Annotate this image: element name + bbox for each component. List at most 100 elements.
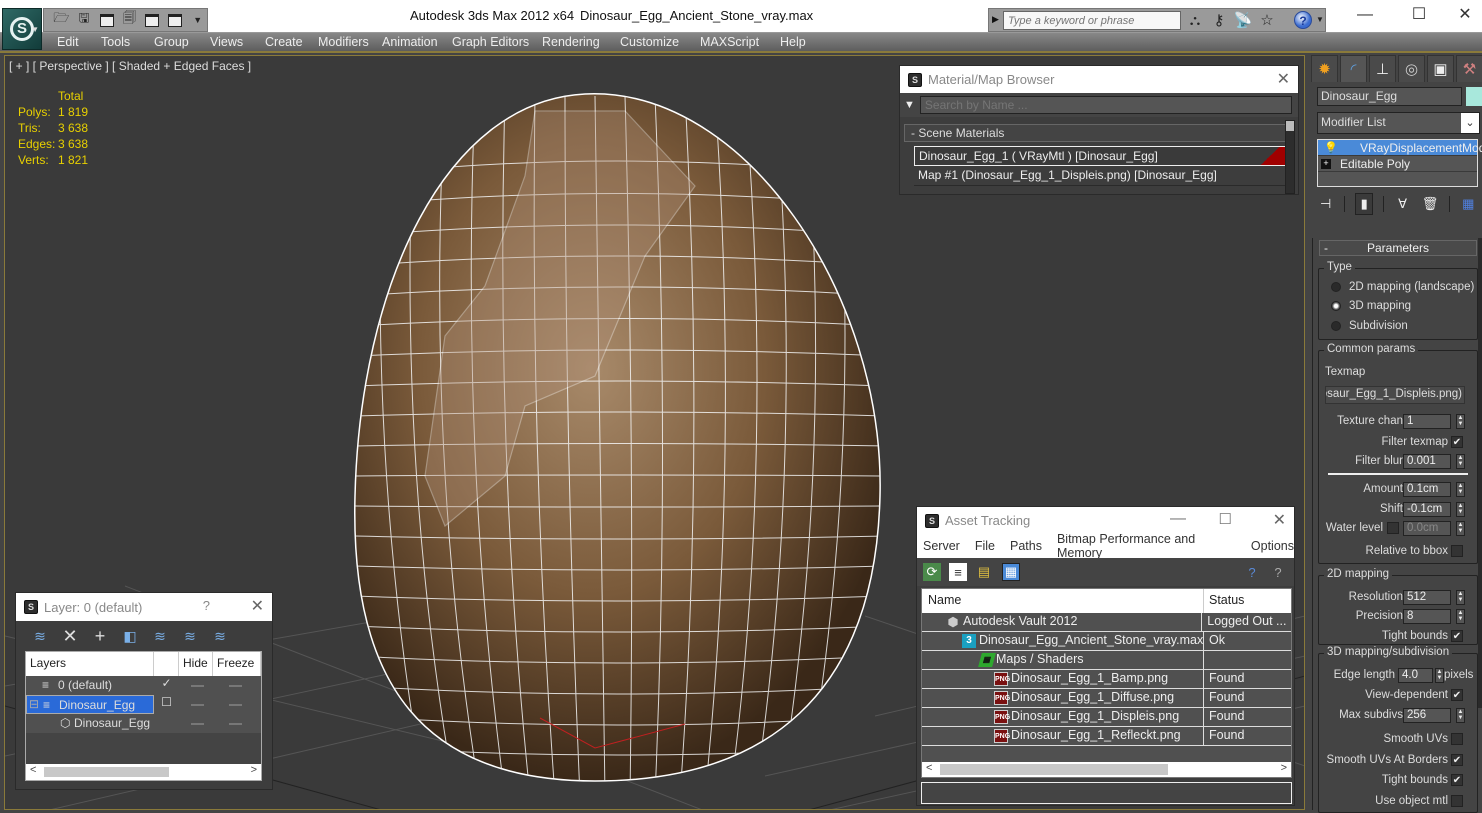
menu-graph-editors[interactable]: Graph Editors (452, 35, 529, 49)
spinner-arrows[interactable]: ▲ ▼ (1435, 668, 1444, 683)
table-row[interactable]: ⬢ Autodesk Vault 2012 Logged Out ... (922, 613, 1291, 632)
create-layer-icon[interactable]: ≋ (30, 626, 50, 646)
tight-bounds-3d-checkbox[interactable]: ✔ (1451, 774, 1463, 786)
freeze-toggle[interactable] (217, 676, 255, 695)
help-icon[interactable]: ? (203, 598, 210, 613)
menu-paths[interactable]: Paths (1010, 539, 1042, 553)
relative-bbox-checkbox[interactable] (1451, 545, 1463, 557)
material-search-input[interactable] (919, 96, 1292, 114)
amount-spinner[interactable]: 0.1cm (1403, 482, 1451, 497)
radio-button[interactable] (1331, 282, 1341, 292)
tree-view-icon[interactable]: ▤ (975, 563, 993, 581)
close-button[interactable]: ✕ (1450, 4, 1480, 26)
current-layer-indicator[interactable]: ✓ (154, 676, 179, 695)
texture-chan-spinner[interactable]: 1 (1403, 414, 1451, 429)
scrollbar-thumb[interactable] (44, 767, 169, 777)
tab-create[interactable]: ✹ (1311, 55, 1338, 82)
table-row[interactable]: PNG Dinosaur_Egg_1_Refleckt.png Found (922, 727, 1291, 746)
project-folder-button[interactable]: 🗐 (120, 10, 139, 29)
stack-item[interactable]: + Editable Poly (1318, 156, 1477, 172)
menu-customize[interactable]: Customize (620, 35, 679, 49)
layer-object-row[interactable]: ⬡ Dinosaur_Egg (26, 714, 261, 733)
stack-item[interactable]: 💡 VRayDisplacementMod (1318, 140, 1482, 156)
menu-rendering[interactable]: Rendering (542, 35, 600, 49)
column-layers[interactable]: Layers (26, 652, 154, 676)
window-title-bar[interactable]: S Material/Map Browser ✕ (900, 66, 1298, 93)
max-subdivs-spinner[interactable]: 256 (1403, 708, 1451, 723)
close-icon[interactable]: ✕ (1273, 510, 1286, 530)
tab-modify[interactable]: ◜ (1340, 55, 1367, 82)
filter-texmap-checkbox[interactable]: ✔ (1451, 436, 1463, 448)
menu-modifiers[interactable]: Modifiers (318, 35, 369, 49)
current-layer-checkbox[interactable]: ☐ (154, 695, 179, 714)
make-unique-button[interactable]: ∀ (1394, 193, 1411, 215)
window-title-bar[interactable]: S Asset Tracking — ☐ ✕ (917, 507, 1294, 534)
hide-freeze-all-icon[interactable]: ≋ (210, 626, 230, 646)
collapse-icon[interactable]: ⊟ (29, 697, 39, 711)
highlight-layer-icon[interactable]: ≋ (180, 626, 200, 646)
window-title-bar[interactable]: S Layer: 0 (default) ? ✕ (16, 593, 272, 621)
filter-blur-spinner[interactable]: 0.001 (1403, 454, 1451, 469)
spinner-arrows[interactable]: ▲ ▼ (1456, 590, 1465, 605)
save-file-button[interactable]: 🖫 (75, 10, 94, 29)
undo-button[interactable] (143, 11, 162, 29)
scroll-left-icon[interactable]: < (926, 762, 932, 774)
expand-icon[interactable]: + (1321, 159, 1331, 169)
customize-toolbar-button[interactable]: ▼ (188, 11, 207, 29)
menu-edit[interactable]: Edit (57, 35, 79, 49)
spinner-arrows[interactable]: ▲ ▼ (1456, 708, 1465, 723)
maximize-button[interactable]: ☐ (1404, 4, 1434, 26)
command-panel-scrollbar[interactable] (1478, 238, 1482, 708)
open-file-button[interactable]: 🗁 (52, 10, 71, 29)
object-name-field[interactable]: Dinosaur_Egg (1317, 87, 1462, 106)
list-view-icon[interactable]: ≡ (949, 563, 967, 581)
spinner-arrows[interactable]: ▲ ▼ (1456, 482, 1465, 497)
refresh-icon[interactable]: ⟳ (923, 563, 941, 581)
scrollbar-thumb[interactable] (1286, 121, 1294, 131)
scroll-right-icon[interactable]: > (251, 764, 257, 776)
menu-help[interactable]: Help (780, 35, 806, 49)
minimize-button[interactable]: — (1350, 4, 1380, 26)
tab-display[interactable]: ▣ (1427, 55, 1454, 82)
freeze-toggle[interactable] (217, 695, 255, 714)
hide-toggle[interactable] (179, 714, 217, 733)
pin-stack-button[interactable]: ⊣ (1317, 193, 1334, 215)
close-icon[interactable]: ✕ (1277, 69, 1290, 89)
select-objects-icon[interactable]: ◧ (120, 626, 140, 646)
radio-3d-mapping[interactable]: 3D mapping (1331, 300, 1411, 312)
radio-button[interactable] (1331, 321, 1341, 331)
viewport-label[interactable]: [ + ] [ Perspective ] [ Shaded + Edged F… (9, 59, 251, 73)
search-input[interactable] (1003, 11, 1181, 30)
spinner-arrows[interactable]: ▲ ▼ (1456, 414, 1465, 429)
key-icon[interactable]: ⚷ (1209, 11, 1229, 31)
freeze-toggle[interactable] (217, 714, 255, 733)
configure-modifier-sets-button[interactable]: ▦ (1460, 193, 1477, 215)
hide-toggle[interactable] (179, 695, 217, 714)
maximize-icon[interactable]: ☐ (1219, 510, 1232, 528)
tight-bounds-2d-checkbox[interactable]: ✔ (1451, 630, 1463, 642)
dropdown-arrow-icon[interactable]: ▼ (1316, 15, 1324, 24)
menu-group[interactable]: Group (154, 35, 189, 49)
help-query-icon[interactable]: ? (1243, 563, 1261, 581)
app-menu-button[interactable]: S ▼ (2, 8, 42, 50)
spinner-arrows[interactable]: ▲ ▼ (1456, 502, 1465, 517)
horizontal-scrollbar[interactable]: < > (922, 762, 1291, 777)
material-item[interactable]: Map #1 (Dinosaur_Egg_1_Displeis.png) [Di… (914, 166, 1288, 186)
delete-layer-icon[interactable]: ✕ (60, 626, 80, 646)
shift-spinner[interactable]: -0.1cm (1403, 502, 1451, 517)
scroll-right-icon[interactable]: > (1281, 762, 1287, 774)
object-color-swatch[interactable] (1466, 87, 1482, 106)
satellite-icon[interactable]: 📡 (1233, 11, 1253, 31)
column-status[interactable]: Status (1204, 589, 1249, 613)
water-level-checkbox[interactable] (1387, 522, 1399, 534)
use-object-mtl-checkbox[interactable] (1451, 795, 1463, 807)
show-end-result-button[interactable]: ▮ (1355, 193, 1374, 215)
water-level-spinner[interactable]: 0.0cm (1403, 521, 1451, 536)
menu-file[interactable]: File (975, 539, 995, 553)
menu-tools[interactable]: Tools (101, 35, 130, 49)
precision-spinner[interactable]: 8 (1403, 609, 1451, 624)
tab-utilities[interactable]: ⚒ (1456, 55, 1482, 82)
menu-server[interactable]: Server (923, 539, 960, 553)
menu-create[interactable]: Create (265, 35, 303, 49)
scrollbar-thumb[interactable] (940, 764, 1168, 775)
